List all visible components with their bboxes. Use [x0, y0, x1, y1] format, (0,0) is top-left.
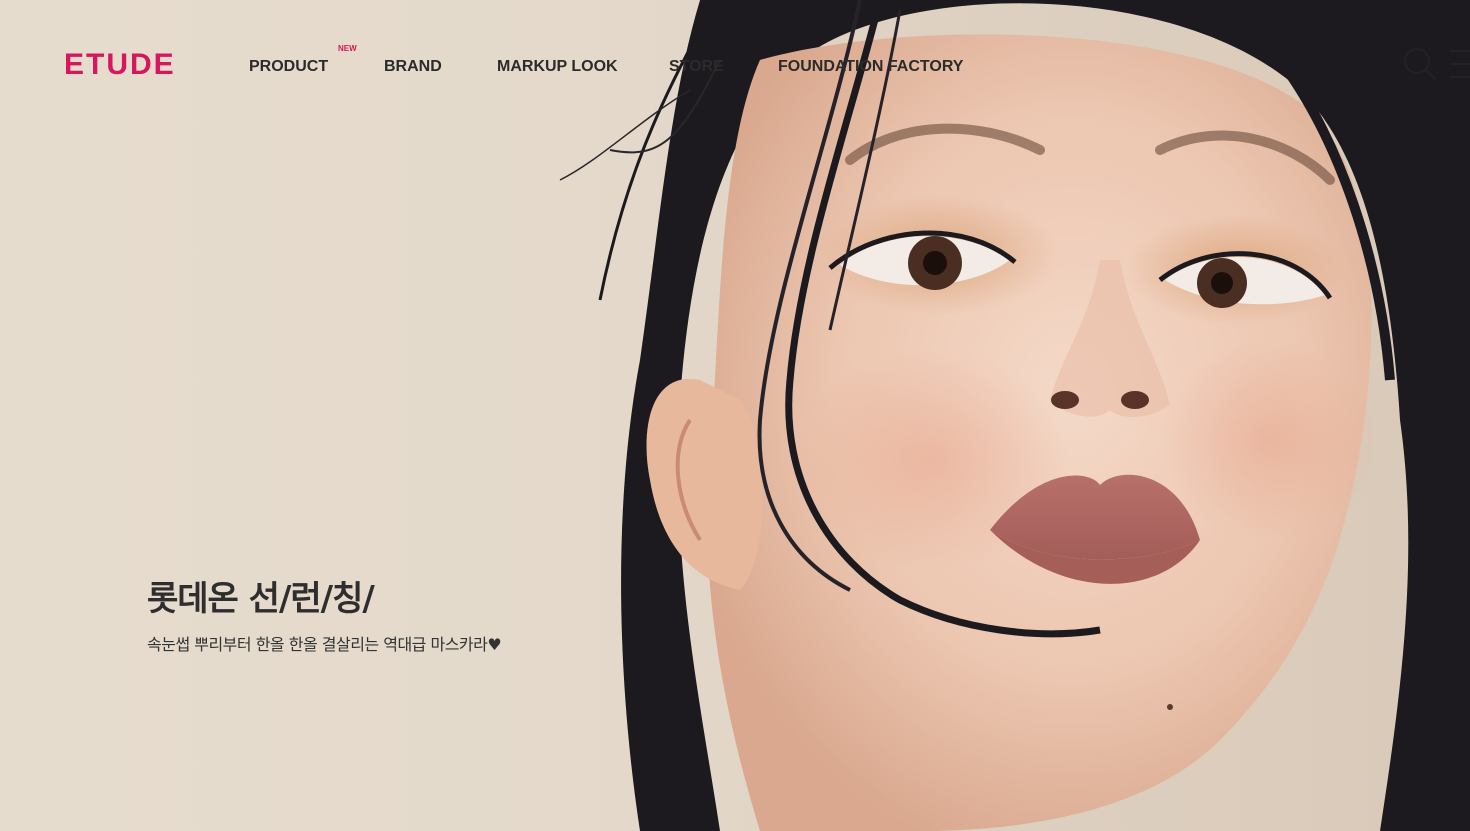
hero-subtitle: 속눈썹 뿌리부터 한올 한올 결살리는 역대급 마스카라♥ [147, 635, 502, 654]
nav-item-label: PRODUCT [249, 58, 329, 75]
search-button[interactable] [1402, 46, 1438, 82]
nav-item-foundation-factory[interactable]: FOUNDATION FACTORY [778, 56, 963, 78]
nav-item-brand[interactable]: BRAND [384, 56, 442, 78]
site-header: ETUDE PRODUCT NEW BRAND MARKUP LOOK STOR… [0, 0, 1470, 130]
hero-title[interactable]: 롯데온 선/런/칭/ [147, 576, 667, 622]
nav-item-product[interactable]: PRODUCT NEW [249, 44, 357, 78]
etude-home-page: ETUDE PRODUCT NEW BRAND MARKUP LOOK STOR… [0, 0, 1470, 831]
nav-item-store[interactable]: STORE [669, 56, 724, 78]
hero-copy: 롯데온 선/런/칭/ 속눈썹 뿌리부터 한올 한올 결살리는 역대급 마스카라♥ [147, 576, 667, 656]
search-icon [1403, 47, 1437, 81]
nav-item-markup-look[interactable]: MARKUP LOOK [497, 56, 618, 78]
new-badge: NEW [338, 44, 357, 53]
hamburger-menu-icon [1450, 50, 1470, 78]
menu-button[interactable] [1448, 46, 1470, 82]
etude-logo[interactable]: ETUDE [64, 48, 176, 82]
